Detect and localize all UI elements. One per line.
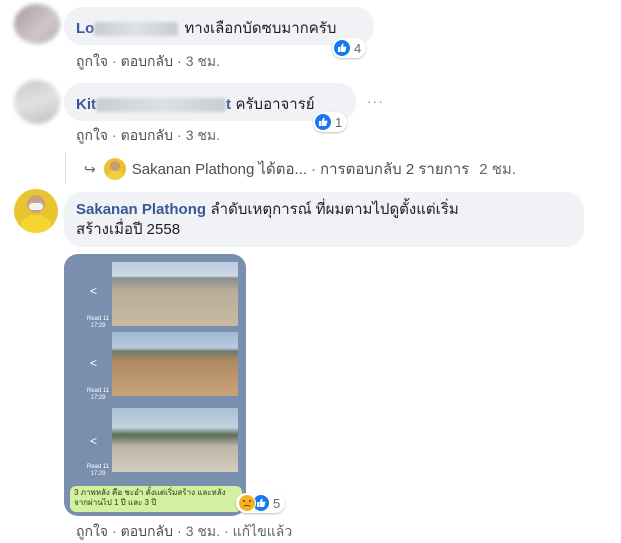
beach-photo-2	[112, 332, 238, 396]
reply-link[interactable]: ตอบกลับ	[121, 523, 173, 539]
commenter-name-start[interactable]: Kit	[76, 96, 96, 113]
blurred-name	[96, 97, 226, 112]
like-link[interactable]: ถูกใจ	[76, 523, 108, 539]
comment-bubble: Lo ทางเลือกบัดซบมากครับ	[64, 7, 374, 45]
reply-time[interactable]: 2 ชม.	[479, 157, 516, 181]
beach-photo-1	[112, 262, 238, 326]
reaction-count-badge[interactable]: 5	[236, 493, 286, 513]
read-timestamp: Read 11 17:29	[86, 464, 110, 477]
reaction-count-badge[interactable]: 1	[313, 112, 348, 132]
photo-attachment[interactable]: < Read 11 17:29 < Read 11 17:29 < Read 1…	[64, 254, 246, 516]
sad-reaction-icon	[238, 494, 256, 512]
edited-label[interactable]: แก้ไขแล้ว	[233, 523, 293, 539]
more-options-icon[interactable]: ···	[367, 93, 384, 109]
reply-author[interactable]: Sakanan Plathong ได้ตอ...	[132, 157, 307, 181]
comment-actions: ถูกใจ · ตอบกลับ · 3 ชม.	[76, 127, 220, 143]
timestamp[interactable]: 3 ชม.	[186, 127, 220, 143]
reaction-count-badge[interactable]: 4	[332, 38, 367, 58]
reaction-count: 4	[354, 40, 362, 56]
reaction-count: 5	[273, 495, 281, 511]
share-icon[interactable]: <	[90, 434, 97, 448]
reply-author-avatar	[103, 158, 126, 180]
reaction-count: 1	[335, 114, 343, 130]
avatar[interactable]	[14, 189, 58, 233]
commenter-name-end[interactable]: t	[226, 96, 231, 113]
reply-link[interactable]: ตอบกลับ	[121, 53, 173, 69]
comment-bubble: Sakanan Plathong ลำดับเหตุการณ์ ที่ผมตาม…	[64, 192, 584, 247]
thread-line	[65, 152, 66, 184]
avatar[interactable]	[14, 80, 60, 124]
timestamp[interactable]: 3 ชม.	[186, 523, 220, 539]
like-reaction-icon	[315, 114, 331, 130]
comment-actions: ถูกใจ · ตอบกลับ · 3 ชม.	[76, 53, 220, 69]
avatar[interactable]	[14, 4, 60, 44]
comment-text-line2: สร้างเมื่อปี 2558	[76, 221, 181, 238]
like-reaction-icon	[334, 40, 350, 56]
photo-caption: 3 ภาพหลัง คือ ชะอำ ตั้งแต่เริ่มสร้าง และ…	[70, 486, 242, 512]
comment-actions: ถูกใจ · ตอบกลับ · 3 ชม. · แก้ไขแล้ว	[76, 523, 293, 539]
comment-text: ทางเลือกบัดซบมากครับ	[184, 20, 337, 37]
commenter-name[interactable]: Sakanan Plathong	[76, 201, 206, 218]
comment-text-line1: ลำดับเหตุการณ์ ที่ผมตามไปดูตั้งแต่เริ่ม	[210, 201, 459, 218]
commenter-name[interactable]: Lo	[76, 20, 94, 37]
reply-arrow-icon: ↪	[84, 160, 96, 177]
share-icon[interactable]: <	[90, 356, 97, 370]
read-timestamp: Read 11 17:29	[86, 388, 110, 401]
like-link[interactable]: ถูกใจ	[76, 127, 108, 143]
reply-summary[interactable]: ↪ Sakanan Plathong ได้ตอ... · การตอบกลับ…	[84, 157, 516, 181]
share-icon[interactable]: <	[90, 284, 97, 298]
reply-link[interactable]: ตอบกลับ	[121, 127, 173, 143]
read-timestamp: Read 11 17:29	[86, 316, 110, 329]
reply-count[interactable]: การตอบกลับ 2 รายการ	[320, 157, 469, 181]
beach-photo-3	[112, 408, 238, 472]
comment-bubble: Kit t ครับอาจารย์	[64, 83, 356, 121]
like-link[interactable]: ถูกใจ	[76, 53, 108, 69]
comment-text: ครับอาจารย์	[235, 96, 315, 113]
timestamp[interactable]: 3 ชม.	[186, 53, 220, 69]
blurred-name	[94, 21, 179, 36]
